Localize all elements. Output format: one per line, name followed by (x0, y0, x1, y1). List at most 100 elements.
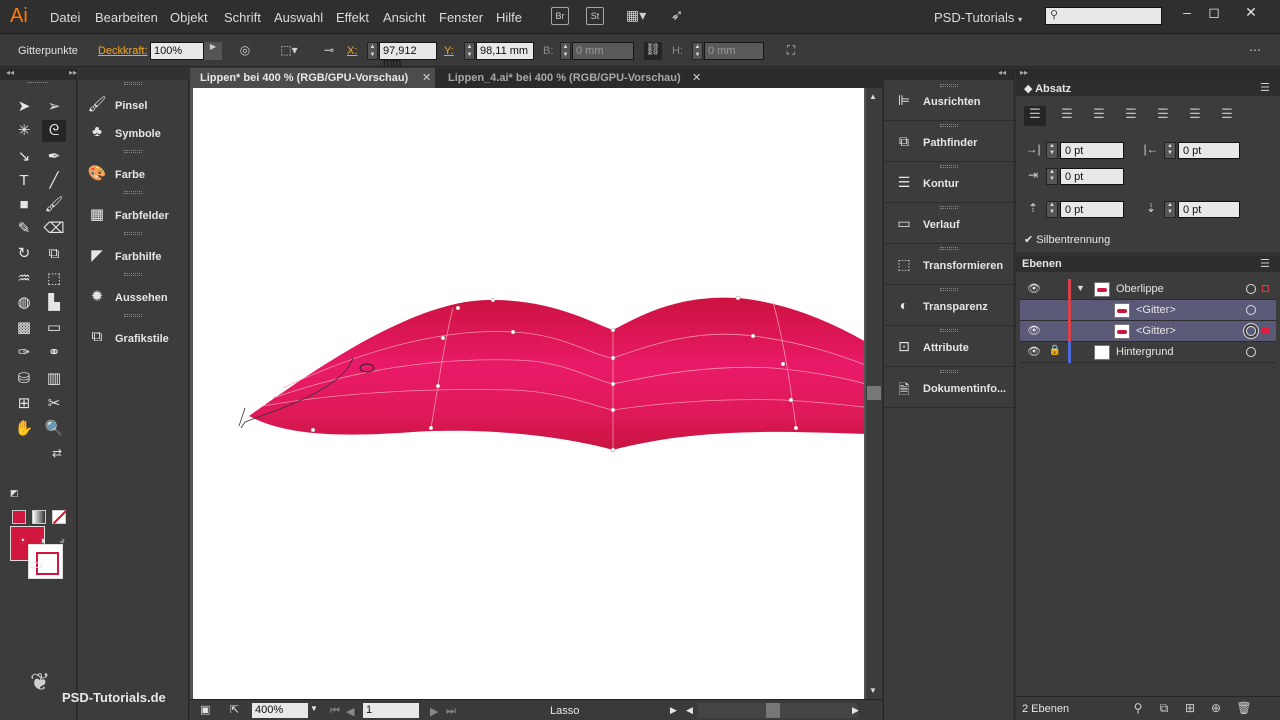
zoom-field[interactable]: 400% (252, 703, 308, 718)
align-right-icon[interactable]: ☰ (1088, 106, 1110, 126)
free-transform-tool-icon[interactable]: ⬚ (42, 268, 66, 290)
panel-grip[interactable] (124, 150, 142, 153)
menu-objekt[interactable]: Objekt (170, 10, 208, 25)
draw-inside-icon[interactable]: ◕ (50, 530, 74, 552)
eraser-tool-icon[interactable]: ⌫ (42, 218, 66, 240)
transform-icon[interactable]: ⬚▾ (276, 43, 302, 59)
indent-left-field[interactable]: 0 pt (1060, 142, 1124, 159)
close-icon[interactable]: ✕ (1240, 4, 1262, 24)
lasso-tool-icon[interactable]: ᘓ (42, 120, 66, 142)
space-before-spinner[interactable]: ▲ ▼ (1046, 201, 1058, 218)
new-sublayer-icon[interactable]: ⊞ (1182, 701, 1198, 716)
width-field[interactable]: 0 mm (572, 42, 634, 60)
hscroll-left-icon[interactable]: ◀ (686, 705, 693, 716)
pen-tool-icon[interactable]: ✒ (42, 146, 66, 168)
panel-ausrichten[interactable]: ⊫ Ausrichten (884, 80, 1016, 121)
hand-tool-icon[interactable]: ✋ (12, 418, 36, 440)
first-line-spinner[interactable]: ▲ ▼ (1046, 168, 1058, 185)
minimize-icon[interactable]: – (1176, 4, 1198, 24)
tools-collapse-bar[interactable]: ◂◂ ▸▸ (0, 68, 77, 80)
justify-right-icon[interactable]: ☰ (1184, 106, 1206, 126)
x-field[interactable]: 97,912 mm (379, 42, 437, 69)
lips-artwork[interactable] (193, 88, 864, 699)
y-spinner[interactable]: ▲ ▼ (464, 42, 475, 60)
layer-name[interactable]: <Gitter> (1136, 304, 1176, 316)
layer-name[interactable]: <Gitter> (1136, 325, 1176, 337)
rotate-tool-icon[interactable]: ↻ (12, 243, 36, 265)
target-circle-icon[interactable] (1246, 326, 1256, 336)
space-before-field[interactable]: 0 pt (1060, 201, 1124, 218)
menu-fenster[interactable]: Fenster (439, 10, 483, 25)
shape-builder-tool-icon[interactable]: ◍ (12, 292, 36, 314)
menu-schrift[interactable]: Schrift (224, 10, 261, 25)
panel-pathfinder[interactable]: ⧉ Pathfinder (884, 121, 1016, 162)
pen-anchor-tool-icon[interactable]: ↘ (12, 146, 36, 168)
scale-tool-icon[interactable]: ⧉ (42, 243, 66, 265)
justify-left-icon[interactable]: ☰ (1120, 106, 1142, 126)
panel-grip[interactable] (124, 82, 142, 85)
opacity-label[interactable]: Deckkraft: (98, 45, 148, 57)
layer-row[interactable]: 👁 🔒 Hintergrund (1020, 342, 1276, 363)
layer-row[interactable]: <Gitter> (1020, 300, 1276, 321)
eye-icon[interactable]: 👁 (1026, 324, 1042, 338)
mesh-tool-icon[interactable]: ▩ (12, 317, 36, 339)
menu-bearbeiten[interactable]: Bearbeiten (95, 10, 158, 25)
panel-menu-icon[interactable]: ⋯ (1246, 43, 1264, 59)
warp-tool-icon[interactable]: ♒ (12, 268, 36, 290)
panel-transformieren[interactable]: ⬚ Transformieren (884, 244, 1016, 285)
horizontal-scrollbar[interactable] (698, 703, 858, 718)
magic-wand-tool-icon[interactable]: ✳ (12, 120, 36, 142)
panel-header[interactable]: ◆ Absatz ☰ (1016, 80, 1280, 96)
isolate-icon[interactable]: ⛶ (782, 43, 800, 59)
trash-icon[interactable]: 🗑 (1236, 701, 1252, 716)
direct-selection-tool-icon[interactable]: ➢ (42, 96, 66, 118)
share-icon[interactable]: ⇱ (230, 703, 239, 716)
gradient-tool-icon[interactable]: ▭ (42, 317, 66, 339)
height-spinner[interactable]: ▲ ▼ (692, 42, 703, 60)
panel-farbe[interactable]: 🎨 Farbe (78, 155, 189, 195)
align-center-icon[interactable]: ☰ (1056, 106, 1078, 126)
tools-grip[interactable] (28, 82, 48, 83)
link-icon[interactable]: ⛓ (644, 42, 662, 60)
panel-symbole[interactable]: ♣ Symbole (78, 114, 189, 154)
panel-menu-icon[interactable]: ☰ (1260, 257, 1270, 270)
vertical-scrollbar[interactable]: ▲ ▼ (866, 88, 882, 699)
maximize-icon[interactable]: ◻ (1203, 4, 1225, 24)
hyphenation-checkbox[interactable]: ✔ Silbentrennung (1024, 233, 1110, 246)
artboard[interactable] (193, 88, 864, 699)
menu-datei[interactable]: Datei (50, 10, 80, 25)
none-mode-icon[interactable] (52, 509, 68, 525)
selection-square-icon[interactable] (1262, 285, 1269, 292)
bridge-button[interactable]: Br (551, 7, 569, 25)
artboard-tool-icon[interactable]: ⊞ (12, 393, 36, 415)
gradient-mode-icon[interactable] (32, 510, 46, 524)
first-page-icon[interactable]: ⏮ (330, 705, 340, 718)
play-right-icon[interactable]: ▶ (204, 42, 222, 60)
color-mode-icon[interactable] (12, 510, 26, 524)
layer-name[interactable]: Hintergrund (1116, 346, 1173, 358)
menu-hilfe[interactable]: Hilfe (496, 10, 522, 25)
eyedropper-tool-icon[interactable]: ✑ (12, 342, 36, 364)
panel-grip[interactable] (124, 191, 142, 194)
target-circle-icon[interactable] (1246, 305, 1256, 315)
gpu-performance-icon[interactable]: ➶ (668, 6, 686, 24)
new-layer-icon[interactable]: ⊕ (1208, 701, 1224, 716)
indent-right-spinner[interactable]: ▲ ▼ (1164, 142, 1176, 159)
type-tool-icon[interactable]: T (12, 170, 36, 192)
reference-point-icon[interactable]: ⊸ (320, 43, 338, 59)
close-tab-icon[interactable]: ✕ (422, 71, 431, 84)
zoom-tool-icon[interactable]: 🔍 (42, 418, 66, 440)
screen-mode-icon[interactable]: ▭ (24, 554, 48, 576)
expand-triangle-icon[interactable]: ▼ (1076, 283, 1085, 293)
panel-verlauf[interactable]: ▭ Verlauf (884, 203, 1016, 244)
space-after-field[interactable]: 0 pt (1178, 201, 1240, 218)
blend-tool-icon[interactable]: ⚭ (42, 342, 66, 364)
scroll-up-icon[interactable]: ▲ (869, 92, 877, 101)
layer-row[interactable]: 👁 <Gitter> (1020, 321, 1276, 342)
workspace-switcher[interactable]: PSD-Tutorials ▾ (934, 10, 1022, 25)
prev-page-icon[interactable]: ◀ (346, 705, 354, 718)
panel-kontur[interactable]: ☰ Kontur (884, 162, 1016, 203)
tab-lippen[interactable]: Lippen* bei 400 % (RGB/GPU-Vorschau) (190, 68, 435, 88)
symbol-sprayer-tool-icon[interactable]: ⛁ (12, 368, 36, 390)
layer-name[interactable]: Oberlippe (1116, 283, 1164, 295)
